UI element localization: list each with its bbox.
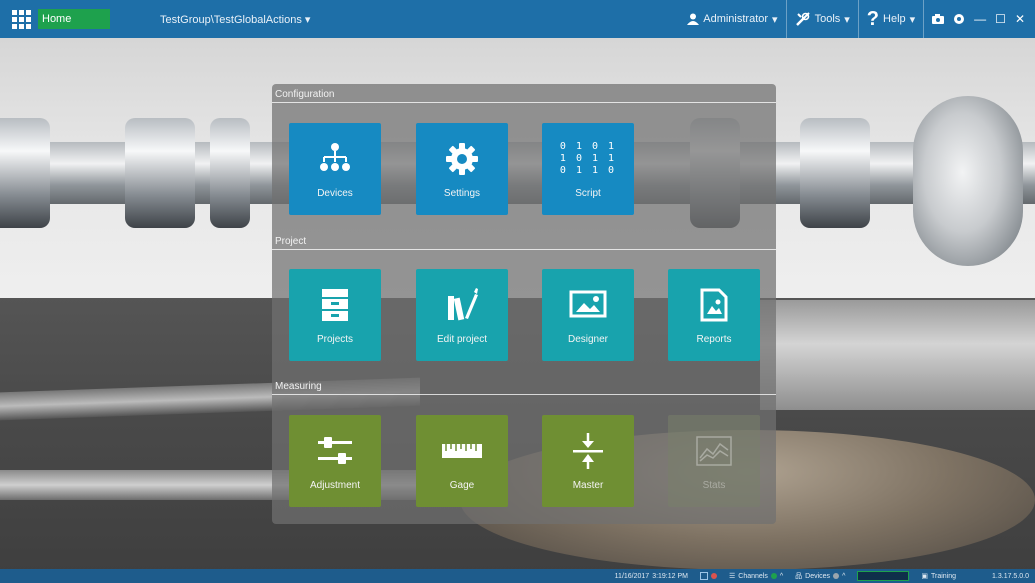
report-image-icon (700, 288, 728, 322)
books-pen-icon (448, 288, 478, 321)
sliders-icon (318, 437, 352, 464)
channels-status-icon (770, 573, 777, 579)
help-label: Help (883, 13, 906, 25)
section-divider (272, 249, 776, 250)
tile-label: Designer (567, 334, 609, 345)
status-mode[interactable]: ▣ Training (915, 569, 962, 583)
tile-designer[interactable]: Designer (542, 269, 634, 361)
tile-gage[interactable]: Gage (416, 415, 508, 507)
section-project-label: Project (275, 236, 307, 247)
status-devices[interactable]: 品 Devices ^ (789, 569, 851, 583)
tile-projects[interactable]: Projects (289, 269, 381, 361)
maximize-icon[interactable]: ☐ (995, 12, 1006, 26)
section-measuring-label: Measuring (275, 381, 322, 392)
help-menu[interactable]: ? Help ▾ (859, 0, 925, 38)
cam-lobe (210, 118, 250, 228)
status-version: 1.3.17.5.0.0 (962, 569, 1035, 583)
tile-stats: Stats (668, 415, 760, 507)
tools-label: Tools (814, 13, 841, 25)
devices-status-icon (833, 573, 840, 579)
devices-icon: 品 (795, 573, 803, 580)
record-icon[interactable] (953, 13, 965, 25)
status-bar: 11/16/2017 3:19:12 PM ☰ Channels ^ 品 Dev… (0, 569, 1035, 583)
project-name: TestGroup\TestGlobalActions (160, 13, 302, 26)
section-divider (272, 102, 776, 103)
channels-label: Channels (738, 572, 768, 580)
chevron-down-icon: ▾ (909, 13, 916, 26)
status-progress-box (851, 569, 915, 583)
tile-label: Devices (317, 188, 353, 199)
status-channels[interactable]: ☰ Channels ^ (723, 569, 789, 583)
tile-label: Reports (696, 334, 732, 345)
cam-lobe (800, 118, 870, 228)
version-label: 1.3.17.5.0.0 (992, 572, 1029, 580)
status-icons[interactable] (694, 569, 723, 583)
status-time: 3:19:12 PM (652, 572, 688, 580)
tile-edit-project[interactable]: Edit project (416, 269, 508, 361)
gear-icon (446, 143, 478, 175)
tools-icon (795, 12, 810, 26)
tile-script[interactable]: 0 1 0 1 1 0 1 1 0 1 1 0 Script (542, 123, 634, 215)
machine-plate (760, 300, 1035, 410)
status-datetime: 11/16/2017 3:19:12 PM (609, 569, 694, 583)
device-tree-icon (320, 143, 350, 171)
chevron-up-icon: ^ (842, 572, 846, 580)
tile-label: Script (575, 188, 601, 199)
camera-icon[interactable] (932, 14, 945, 24)
window-icon[interactable] (700, 572, 708, 580)
user-menu[interactable]: Administrator ▾ (679, 0, 787, 38)
user-icon (687, 13, 700, 25)
master-arrows-icon (573, 433, 603, 469)
chevron-down-icon: ▾ (304, 13, 311, 26)
image-frame-icon (569, 290, 607, 318)
launcher-panel: Configuration Devices Settings 0 1 0 1 1… (272, 84, 776, 524)
ruler-icon (442, 444, 482, 458)
devices-label: Devices (805, 572, 831, 580)
tile-master[interactable]: Master (542, 415, 634, 507)
section-divider (272, 394, 776, 395)
tile-label: Stats (702, 480, 726, 491)
cam-lobe (0, 118, 50, 228)
user-label: Administrator (703, 13, 769, 25)
chevron-down-icon: ▾ (844, 13, 850, 26)
cabinet-icon (322, 289, 348, 321)
minimize-icon[interactable]: — (974, 12, 986, 26)
mode-label: Training (930, 572, 957, 580)
home-tab[interactable]: Home (38, 9, 110, 29)
title-bar: Home TestGroup\TestGlobalActions ▾ Admini… (0, 0, 1035, 38)
tile-label: Settings (443, 188, 481, 199)
tools-menu[interactable]: Tools ▾ (787, 0, 859, 38)
binary-icon: 0 1 0 1 1 0 1 1 0 1 1 0 (559, 141, 617, 176)
tile-reports[interactable]: Reports (668, 269, 760, 361)
app-grid-icon[interactable] (8, 6, 34, 32)
tile-label: Master (572, 480, 604, 491)
alarm-icon[interactable] (711, 573, 717, 579)
tile-label: Adjustment (309, 480, 361, 491)
status-date: 11/16/2017 (614, 572, 650, 580)
tile-devices[interactable]: Devices (289, 123, 381, 215)
chevron-down-icon: ▾ (772, 13, 778, 26)
section-configuration-label: Configuration (275, 89, 335, 100)
close-icon[interactable]: ✕ (1015, 12, 1025, 26)
flange (913, 96, 1023, 266)
tile-adjustment[interactable]: Adjustment (289, 415, 381, 507)
tile-label: Edit project (436, 334, 488, 345)
channels-icon: ☰ (729, 573, 736, 580)
tile-settings[interactable]: Settings (416, 123, 508, 215)
tile-label: Gage (449, 480, 475, 491)
tile-label: Projects (316, 334, 354, 345)
chart-icon (696, 436, 732, 466)
cam-lobe (125, 118, 195, 228)
chevron-up-icon: ^ (779, 572, 784, 580)
progress-box (857, 571, 910, 581)
help-icon: ? (866, 8, 880, 30)
project-selector[interactable]: TestGroup\TestGlobalActions ▾ (160, 13, 310, 26)
training-icon: ▣ (921, 573, 928, 580)
